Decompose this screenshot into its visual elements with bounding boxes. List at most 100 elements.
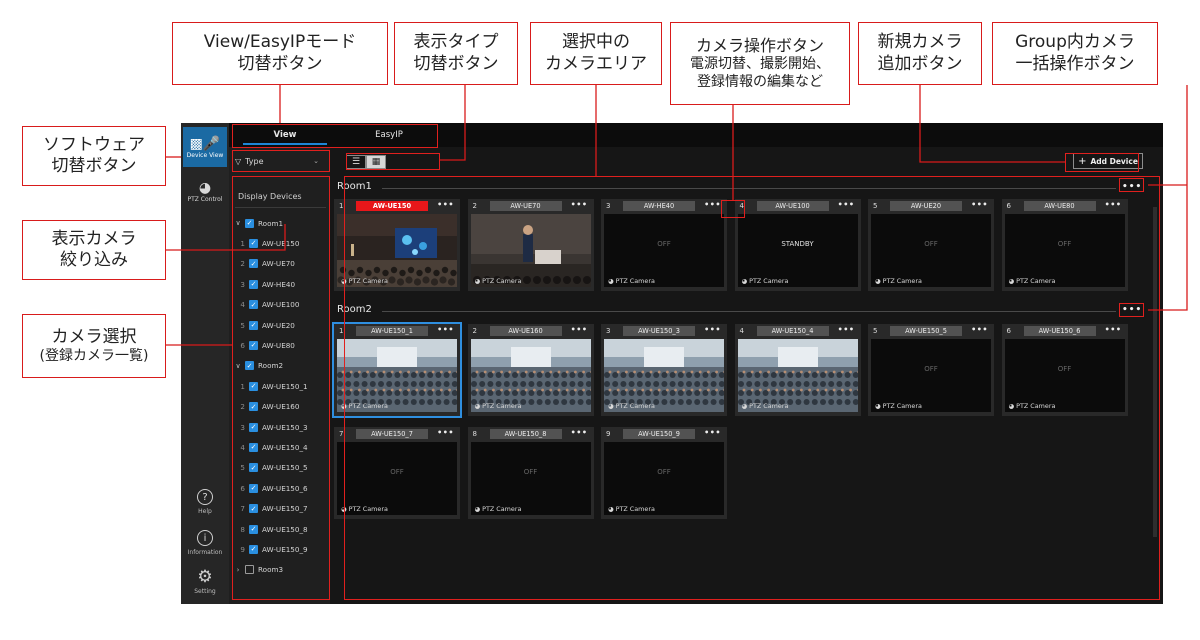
tree-camera-item[interactable]: 7 ✓ AW-UE150_7 xyxy=(229,502,329,516)
camera-more-button[interactable]: ••• xyxy=(838,325,855,334)
tree-camera-item[interactable]: 9 ✓ AW-UE150_9 xyxy=(229,542,329,556)
tree-camera-item[interactable]: 6 ✓ AW-UE80 xyxy=(229,338,329,352)
camera-preview[interactable]: STANDBY ◕ PTZ Camera xyxy=(737,214,858,287)
camera-tile[interactable]: 1 AW-UE150_1 ••• ◕ PTZ Camera xyxy=(332,322,462,418)
camera-tile[interactable]: 7 AW-UE150_7 ••• OFF ◕ PTZ Camera xyxy=(334,427,460,519)
camera-more-button[interactable]: ••• xyxy=(971,325,988,334)
camera-more-button[interactable]: ••• xyxy=(704,428,721,437)
tree-camera-item[interactable]: 5 ✓ AW-UE20 xyxy=(229,318,329,332)
checkbox[interactable]: ✓ xyxy=(249,259,258,269)
checkbox[interactable]: ✓ xyxy=(249,300,258,310)
checkbox[interactable]: ✓ xyxy=(249,402,258,412)
checkbox[interactable]: ✓ xyxy=(249,463,258,473)
tree-group-room1[interactable]: ∨ ✓ Room1 xyxy=(229,216,329,230)
grid-view-button[interactable]: ▦ xyxy=(366,155,386,169)
camera-tile[interactable]: 6 AW-UE150_6 ••• OFF ◕ PTZ Camera xyxy=(1001,324,1128,416)
checkbox[interactable]: ✓ xyxy=(249,442,258,452)
camera-tile[interactable]: 4 AW-UE100 ••• STANDBY ◕ PTZ Camera xyxy=(734,199,861,291)
information-button[interactable]: i Information xyxy=(183,530,227,556)
type-filter-dropdown[interactable]: ▽ Type ⌄ xyxy=(235,153,325,169)
checkbox[interactable]: ✓ xyxy=(249,279,258,289)
camera-tile[interactable]: 1 AW-UE150 ••• ◕ PTZ Camera xyxy=(334,199,460,291)
checkbox[interactable]: ✓ xyxy=(249,504,258,514)
camera-more-button[interactable]: ••• xyxy=(1105,200,1122,209)
tree-camera-item[interactable]: 3 ✓ AW-UE150_3 xyxy=(229,420,329,434)
camera-more-button[interactable]: ••• xyxy=(571,325,588,334)
camera-more-button[interactable]: ••• xyxy=(1105,325,1122,334)
camera-tile[interactable]: 5 AW-UE150_5 ••• OFF ◕ PTZ Camera xyxy=(868,324,994,416)
camera-tile[interactable]: 2 AW-UE160 ••• ◕ PTZ Camera xyxy=(467,324,594,416)
camera-more-button[interactable]: ••• xyxy=(437,428,454,437)
camera-tile[interactable]: 3 AW-HE40 ••• OFF ◕ PTZ Camera xyxy=(601,199,727,291)
device-view-button[interactable]: ▩🎤 Device View xyxy=(183,127,227,167)
checkbox[interactable]: ✓ xyxy=(249,381,258,391)
add-device-button[interactable]: + Add Device xyxy=(1073,153,1143,169)
tree-camera-item[interactable]: 5 ✓ AW-UE150_5 xyxy=(229,461,329,475)
camera-more-button[interactable]: ••• xyxy=(704,325,721,334)
camera-more-button[interactable]: ••• xyxy=(704,200,721,209)
setting-button[interactable]: ⚙ Setting xyxy=(183,569,227,596)
scrollbar[interactable] xyxy=(1153,207,1157,537)
checkbox[interactable] xyxy=(245,565,254,575)
checkbox[interactable]: ✓ xyxy=(249,422,258,432)
camera-preview[interactable]: ◕ PTZ Camera xyxy=(337,214,457,287)
tree-camera-item[interactable]: 1 ✓ AW-UE150 xyxy=(229,236,329,250)
tree-camera-item[interactable]: 3 ✓ AW-HE40 xyxy=(229,277,329,291)
tree-camera-item[interactable]: 8 ✓ AW-UE150_8 xyxy=(229,522,329,536)
camera-tile[interactable]: 9 AW-UE150_9 ••• OFF ◕ PTZ Camera xyxy=(601,427,727,519)
tree-item-label: AW-UE80 xyxy=(262,340,295,350)
camera-preview[interactable]: ◕ PTZ Camera xyxy=(470,214,591,287)
camera-more-button[interactable]: ••• xyxy=(571,428,588,437)
camera-preview[interactable]: OFF ◕ PTZ Camera xyxy=(871,214,991,287)
camera-more-button[interactable]: ••• xyxy=(971,200,988,209)
app-window: ▩🎤 Device View ◕ PTZ Control ? Help i In… xyxy=(181,123,1163,604)
camera-tile[interactable]: 5 AW-UE20 ••• OFF ◕ PTZ Camera xyxy=(868,199,994,291)
camera-tile[interactable]: 8 AW-UE150_8 ••• OFF ◕ PTZ Camera xyxy=(467,427,594,519)
camera-tile[interactable]: 4 AW-UE150_4 ••• ◕ PTZ Camera xyxy=(734,324,861,416)
camera-preview[interactable]: OFF ◕ PTZ Camera xyxy=(1004,214,1125,287)
checkbox[interactable]: ✓ xyxy=(245,361,254,371)
camera-preview[interactable]: ◕ PTZ Camera xyxy=(737,339,858,412)
checkbox[interactable]: ✓ xyxy=(245,218,254,228)
camera-tile[interactable]: 3 AW-UE150_3 ••• ◕ PTZ Camera xyxy=(601,324,727,416)
chevron-down-icon[interactable]: ∨ xyxy=(233,362,243,370)
checkbox[interactable]: ✓ xyxy=(249,483,258,493)
camera-preview[interactable]: OFF ◕ PTZ Camera xyxy=(470,442,591,515)
tree-camera-item[interactable]: 4 ✓ AW-UE100 xyxy=(229,298,329,312)
checkbox[interactable]: ✓ xyxy=(249,544,258,554)
camera-preview[interactable]: ◕ PTZ Camera xyxy=(470,339,591,412)
checkbox[interactable]: ✓ xyxy=(249,340,258,350)
camera-tile[interactable]: 2 AW-UE70 ••• ◕ PTZ Camera xyxy=(467,199,594,291)
ptz-control-button[interactable]: ◕ PTZ Control xyxy=(183,171,227,211)
camera-preview[interactable]: ◕ PTZ Camera xyxy=(604,339,724,412)
tree-camera-item[interactable]: 2 ✓ AW-UE160 xyxy=(229,400,329,414)
group-more-button[interactable]: ••• xyxy=(1122,182,1142,192)
tree-camera-item[interactable]: 1 ✓ AW-UE150_1 xyxy=(229,379,329,393)
help-button[interactable]: ? Help xyxy=(183,489,227,515)
tree-camera-item[interactable]: 2 ✓ AW-UE70 xyxy=(229,257,329,271)
tab-view[interactable]: View xyxy=(235,123,335,147)
tree-group-room3[interactable]: › Room3 xyxy=(229,563,329,577)
camera-preview[interactable]: OFF ◕ PTZ Camera xyxy=(604,214,724,287)
camera-tile[interactable]: 6 AW-UE80 ••• OFF ◕ PTZ Camera xyxy=(1001,199,1128,291)
checkbox[interactable]: ✓ xyxy=(249,238,258,248)
camera-preview[interactable]: OFF ◕ PTZ Camera xyxy=(871,339,991,412)
list-view-button[interactable]: ☰ xyxy=(346,155,366,169)
tree-camera-item[interactable]: 6 ✓ AW-UE150_6 xyxy=(229,481,329,495)
tab-easyip[interactable]: EasyIP xyxy=(339,123,439,147)
checkbox[interactable]: ✓ xyxy=(249,524,258,534)
tree-group-room2[interactable]: ∨ ✓ Room2 xyxy=(229,359,329,373)
group-more-button[interactable]: ••• xyxy=(1122,305,1142,315)
camera-preview[interactable]: ◕ PTZ Camera xyxy=(337,339,457,412)
camera-preview[interactable]: OFF ◕ PTZ Camera xyxy=(604,442,724,515)
checkbox[interactable]: ✓ xyxy=(249,320,258,330)
camera-preview[interactable]: OFF ◕ PTZ Camera xyxy=(1004,339,1125,412)
tree-camera-item[interactable]: 4 ✓ AW-UE150_4 xyxy=(229,440,329,454)
camera-preview[interactable]: OFF ◕ PTZ Camera xyxy=(337,442,457,515)
chevron-down-icon[interactable]: ∨ xyxy=(233,219,243,227)
chevron-right-icon[interactable]: › xyxy=(233,566,243,574)
camera-more-button[interactable]: ••• xyxy=(571,200,588,209)
camera-more-button[interactable]: ••• xyxy=(437,200,454,209)
camera-more-button[interactable]: ••• xyxy=(437,325,454,334)
camera-more-button[interactable]: ••• xyxy=(838,200,855,209)
